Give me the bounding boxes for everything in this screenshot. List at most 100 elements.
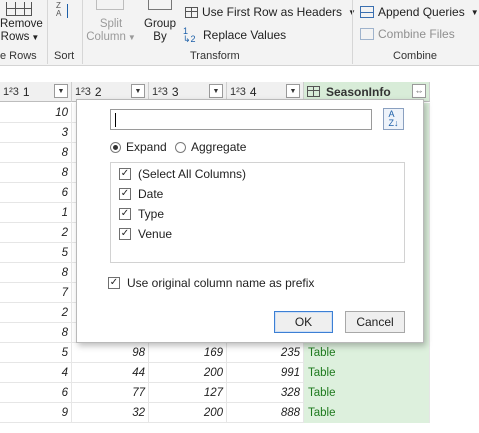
column-header-label: 2 [94,84,102,99]
cell-col-1: 6 [0,383,72,403]
text-cursor [115,113,116,127]
checkbox-select-all[interactable]: ✓ (Select All Columns) [119,167,246,181]
sort-az-button[interactable]: A Z↓ [383,108,404,130]
append-queries-icon [360,6,374,18]
cell-col-1: 2 [0,303,72,323]
column-filter-dropdown[interactable]: ▼ [286,84,300,98]
expand-radio[interactable] [110,141,121,153]
split-column-label-1: Split [99,18,123,30]
cell-col-1: 7 [0,283,72,303]
checkbox-date[interactable]: ✓ Date [119,187,163,201]
ribbon: Remove Rows ▼ e Rows ZA Sort Split Column… [0,0,479,66]
aggregate-radio-label: Aggregate [191,140,247,154]
column-filter-dropdown[interactable]: ▼ [54,84,68,98]
cell-col-1: 6 [0,183,72,203]
prefix-checkbox[interactable]: ✓ [108,277,120,289]
cell-table-link[interactable]: Table [304,403,430,423]
column-checkbox-list: ✓ (Select All Columns) ✓ Date ✓ Type ✓ V… [110,162,405,263]
remove-rows-label-1: Remove [0,18,43,30]
group-label-combine: Combine [393,50,438,62]
group-label-reduce-rows: e Rows [0,50,37,62]
remove-rows-button[interactable]: Remove Rows ▼ [0,18,43,44]
expand-radio-option[interactable]: Expand [110,140,167,154]
cell-col-2: 44 [72,363,149,383]
cell-col-1: 5 [0,343,72,363]
checkbox[interactable]: ✓ [119,188,131,200]
cell-col-4: 235 [227,343,304,363]
column-search-input[interactable] [110,109,372,130]
column-type-icon: 1²3 [152,85,168,98]
group-by-label-2: By [153,31,167,43]
combine-files-icon [360,28,374,40]
cell-col-3: 127 [149,383,227,403]
cell-col-1: 9 [0,403,72,423]
column-type-icon: 1²3 [75,85,91,98]
column-header-1[interactable]: 1²3 1 ▼ [0,82,72,102]
table-icon [307,86,320,97]
cell-col-1: 3 [0,123,72,143]
append-queries-button[interactable]: Append Queries ▼ [360,5,479,19]
cell-col-1: 8 [0,263,72,283]
group-by-icon [148,0,172,10]
checkbox-type[interactable]: ✓ Type [119,207,164,221]
column-header-label: SeasonInfo [326,84,391,99]
checkbox[interactable]: ✓ [119,228,131,240]
ribbon-divider [352,0,353,64]
chevron-down-icon: ▼ [127,33,136,42]
aggregate-radio-option[interactable]: Aggregate [175,140,246,154]
checkbox-label: Venue [138,227,173,241]
cell-col-3: 200 [149,403,227,423]
append-queries-label: Append Queries [378,5,465,19]
group-by-button[interactable]: Group By [140,18,180,44]
cell-col-2: 98 [72,343,149,363]
cell-col-4: 328 [227,383,304,403]
cell-col-2: 77 [72,383,149,403]
cell-col-1: 1 [0,203,72,223]
aggregate-radio[interactable] [175,141,186,153]
cell-col-1: 4 [0,363,72,383]
ribbon-divider [47,0,48,64]
prefix-checkbox-label: Use original column name as prefix [127,276,315,290]
column-filter-dropdown[interactable]: ▼ [131,84,145,98]
table-icon [185,6,198,18]
checkbox[interactable]: ✓ [119,168,131,180]
replace-values-button[interactable]: 1 ↳2 Replace Values [183,27,287,44]
combine-files-label: Combine Files [378,27,455,41]
checkbox-venue[interactable]: ✓ Venue [119,227,172,241]
cell-col-4: 991 [227,363,304,383]
cell-table-link[interactable]: Table [304,343,430,363]
chevron-down-icon: ▼ [31,33,40,42]
cell-col-4: 888 [227,403,304,423]
use-first-row-button[interactable]: Use First Row as Headers ▼ [185,5,356,19]
cell-col-1: 8 [0,163,72,183]
prefix-checkbox-option[interactable]: ✓ Use original column name as prefix [108,276,314,290]
use-first-row-label: Use First Row as Headers [202,5,343,19]
ok-button[interactable]: OK [274,311,333,333]
table-row: 5 98 169 235 Table [0,343,430,363]
split-column-label-2: Column [86,31,126,43]
expand-columns-popup: A Z↓ Expand Aggregate ✓ (Select All Colum… [76,99,424,343]
split-column-icon [96,0,124,10]
cell-table-link[interactable]: Table [304,363,430,383]
remove-rows-label-2: Rows [0,31,30,43]
replace-values-label: Replace Values [203,28,287,42]
cell-col-1: 5 [0,243,72,263]
combine-files-button[interactable]: Combine Files [360,27,455,41]
cell-col-1: 10 [0,103,72,123]
split-column-button[interactable]: Split Column ▼ [86,18,136,44]
checkbox[interactable]: ✓ [119,208,131,220]
column-filter-dropdown[interactable]: ▼ [209,84,223,98]
cell-col-1: 2 [0,223,72,243]
expand-column-icon[interactable]: ⇔ [412,84,426,98]
column-type-icon: 1²3 [3,85,19,98]
cell-col-2: 32 [72,403,149,423]
group-label-sort: Sort [54,50,75,62]
column-type-icon: 1²3 [230,85,246,98]
cell-table-link[interactable]: Table [304,383,430,403]
cancel-button[interactable]: Cancel [345,311,405,333]
sort-za-icon[interactable]: ZA [56,2,72,24]
checkbox-label: Date [138,187,164,201]
remove-rows-icon [6,2,32,16]
column-header-label: 3 [171,84,179,99]
group-by-label-1: Group [144,18,176,30]
